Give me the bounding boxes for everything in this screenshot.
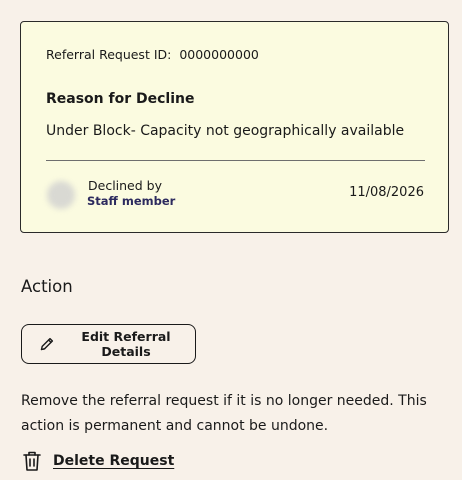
trash-icon (22, 450, 42, 472)
declined-by-name: Staff member (87, 194, 176, 208)
reason-text: Under Block- Capacity not geographically… (46, 123, 405, 139)
delete-request-link[interactable]: Delete Request (22, 450, 174, 472)
decline-details-card: Referral Request ID: 0000000000 Reason f… (20, 21, 449, 233)
avatar (47, 181, 75, 209)
edit-referral-label: Edit Referral Details (81, 329, 171, 359)
declined-by-label: Declined by (88, 178, 162, 193)
referral-id-label: Referral Request ID: (46, 47, 172, 62)
edit-referral-button[interactable]: Edit Referral Details (21, 324, 196, 364)
action-heading: Action (21, 277, 73, 296)
pencil-icon (39, 336, 55, 352)
remove-description: Remove the referral request if it is no … (21, 393, 427, 434)
referral-id-value: 0000000000 (179, 47, 259, 62)
reason-title: Reason for Decline (46, 91, 195, 107)
delete-request-label: Delete Request (53, 453, 175, 469)
referral-id-row: Referral Request ID: 0000000000 (46, 47, 259, 62)
declined-date: 11/08/2026 (349, 185, 424, 200)
divider (46, 160, 425, 161)
